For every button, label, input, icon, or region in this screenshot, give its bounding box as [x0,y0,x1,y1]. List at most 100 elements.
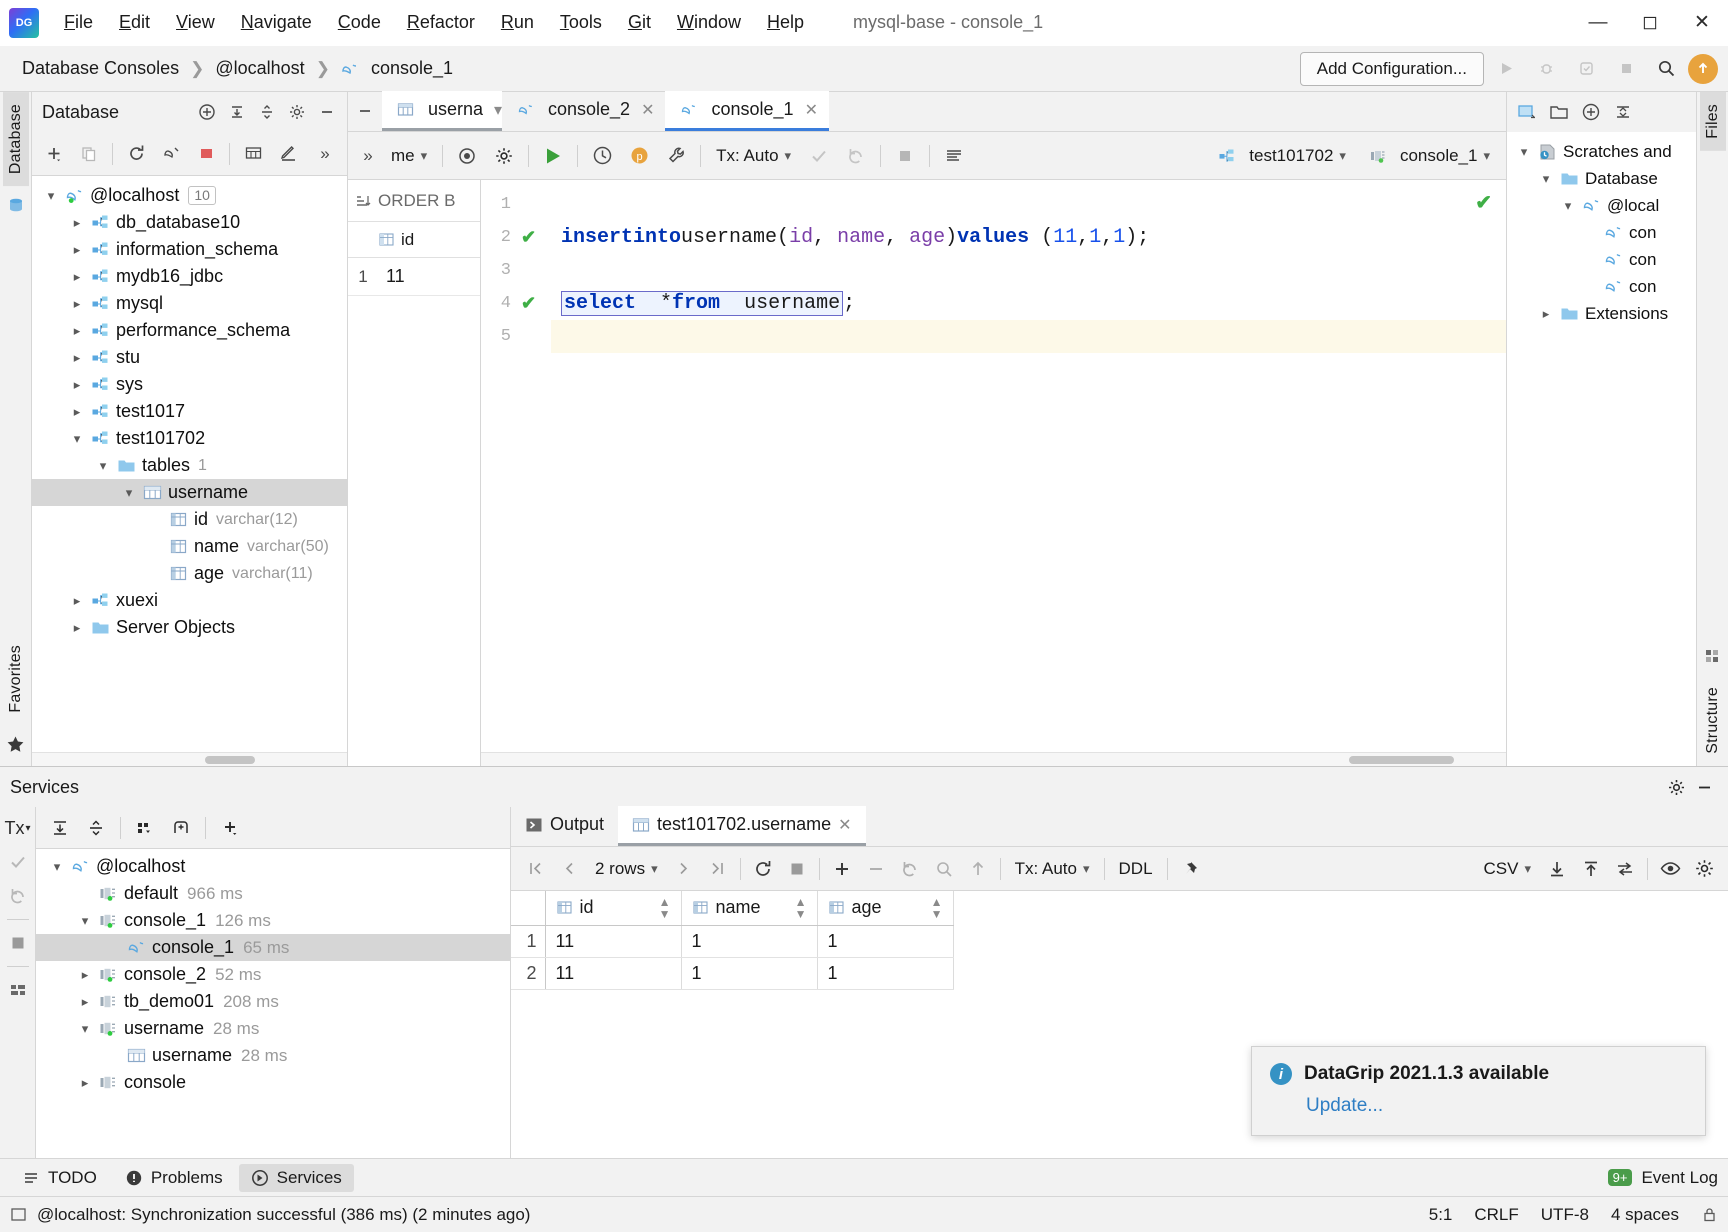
sync-icon[interactable] [155,138,187,170]
last-page-icon[interactable] [702,853,734,885]
cell-id[interactable]: 11 [545,925,682,958]
tree-arrow-icon[interactable]: ▾ [92,458,114,474]
transaction-chip[interactable]: Tx ▾ [3,813,33,843]
cell-age[interactable]: 1 [817,925,954,958]
gear-icon[interactable] [1688,853,1720,885]
db-tree-item-sys[interactable]: ▸ sys [32,371,347,398]
database-stack-icon[interactable] [7,196,25,214]
tree-arrow-icon[interactable]: ▸ [66,215,88,231]
menu-edit[interactable]: Edit [106,8,163,37]
db-tree-item-id[interactable]: id varchar(12) [32,506,347,533]
indent-setting[interactable]: 4 spaces [1611,1205,1679,1225]
menu-file[interactable]: File [51,8,106,37]
sort-indicator-icon[interactable]: ▲ ▼ [659,896,671,920]
find-icon[interactable] [928,853,960,885]
expand-all-icon[interactable] [44,812,76,844]
line-separator[interactable]: CRLF [1474,1205,1518,1225]
file-encoding[interactable]: UTF-8 [1541,1205,1589,1225]
tree-arrow-icon[interactable]: ▸ [66,296,88,312]
services-tree-item-default[interactable]: default 966 ms [36,880,510,907]
add-file-icon[interactable] [1577,98,1605,126]
sidebar-tab-favorites[interactable]: Favorites [3,633,29,725]
db-tree-item-performance-schema[interactable]: ▸ performance_schema [32,317,347,344]
db-tree-item-server-objects[interactable]: ▸ Server Objects [32,614,347,641]
menu-git[interactable]: Git [615,8,664,37]
code-lines[interactable]: insert into username(id, name, age) value… [551,180,1506,752]
menu-refactor[interactable]: Refactor [394,8,488,37]
parameters-icon[interactable]: p [622,139,656,173]
gear-icon[interactable] [487,139,521,173]
db-tree-item-name[interactable]: name varchar(50) [32,533,347,560]
schema-selector[interactable]: test101702 ▾ [1207,139,1354,173]
table-row[interactable]: 1 11 1 1 [511,925,954,958]
stop-icon[interactable] [3,928,33,958]
group-by-icon[interactable] [129,812,161,844]
db-tree-item-stu[interactable]: ▸ stu [32,344,347,371]
database-tree[interactable]: ▾ @localhost 10 ▸ db_database10 ▸ information_… [32,176,347,752]
files-tree-item--local[interactable]: ▾ @local [1507,192,1696,219]
code-line-1[interactable] [551,188,1506,221]
tree-arrow-icon[interactable]: ▸ [66,404,88,420]
sidebar-tab-files[interactable]: Files [1699,92,1726,151]
commit-icon[interactable] [3,847,33,877]
menu-tools[interactable]: Tools [547,8,615,37]
stop-button[interactable] [1608,52,1644,86]
hide-services-icon[interactable] [1690,773,1718,801]
collapse-all-icon[interactable] [1609,98,1637,126]
prev-page-icon[interactable] [553,853,585,885]
code-line-5[interactable] [551,320,1506,353]
commit-icon[interactable] [802,139,836,173]
tab-console_1[interactable]: console_1 ✕ [665,91,829,131]
menu-view[interactable]: View [163,8,228,37]
search-icon[interactable] [1648,52,1684,86]
close-button[interactable]: ✕ [1676,0,1728,46]
first-page-icon[interactable] [519,853,551,885]
minimize-button[interactable]: — [1572,0,1624,46]
hide-panel-icon[interactable] [313,98,341,126]
export-format-chip[interactable]: CSV ▾ [1476,852,1540,886]
db-tree-item-test101702[interactable]: ▾ test101702 [32,425,347,452]
rollback-icon[interactable] [3,881,33,911]
view-as-icon[interactable] [1654,853,1686,885]
services-tree-item-username[interactable]: username 28 ms [36,1042,510,1069]
files-tree-item-con[interactable]: con [1507,273,1696,300]
stop-query-icon[interactable] [888,139,922,173]
database-tree-hscrollbar[interactable] [32,752,347,766]
run-button[interactable] [1488,52,1524,86]
files-tree-item-scratches-and[interactable]: ▾ Scratches and [1507,138,1696,165]
column-filter-chip[interactable]: me ▾ [383,139,435,173]
new-tab-icon[interactable] [165,812,197,844]
tree-arrow-icon[interactable]: ▸ [66,593,88,609]
expand-all-icon[interactable] [223,98,251,126]
rollback-icon[interactable] [839,139,873,173]
tree-arrow-icon[interactable]: ▸ [74,967,96,983]
menu-navigate[interactable]: Navigate [228,8,325,37]
side-grid-row[interactable]: 1 11 [348,258,480,296]
layout-icon[interactable] [3,975,33,1005]
tree-arrow-icon[interactable]: ▾ [1535,171,1557,187]
files-tree-item-con[interactable]: con [1507,246,1696,273]
close-icon[interactable]: ✕ [838,815,851,835]
cell-id[interactable]: 11 [545,957,682,990]
tree-arrow-icon[interactable]: ▾ [1557,198,1579,214]
hide-editor-icon[interactable] [348,91,382,131]
tree-arrow-icon[interactable]: ▸ [66,620,88,636]
services-tree-item-console[interactable]: ▸ console [36,1069,510,1096]
execute-button[interactable] [536,139,570,173]
sort-indicator-icon[interactable]: ▲ ▼ [931,896,943,920]
tree-arrow-icon[interactable]: ▾ [74,1021,96,1037]
tab-output[interactable]: Output [511,806,618,846]
services-tree-item-console-1[interactable]: console_1 65 ms [36,934,510,961]
files-tree-item-database[interactable]: ▾ Database [1507,165,1696,192]
more-options-icon[interactable]: » [356,139,380,173]
star-icon[interactable] [6,735,25,754]
add-icon[interactable] [214,812,246,844]
refresh-icon[interactable] [120,138,152,170]
new-item-icon[interactable] [38,138,70,170]
lock-icon[interactable] [1701,1206,1718,1223]
services-tree-item-tb-demo01[interactable]: ▸ tb_demo01 208 ms [36,988,510,1015]
cell-age[interactable]: 1 [817,957,954,990]
collapse-all-icon[interactable] [253,98,281,126]
maximize-button[interactable]: ◻ [1624,0,1676,46]
menu-help[interactable]: Help [754,8,817,37]
